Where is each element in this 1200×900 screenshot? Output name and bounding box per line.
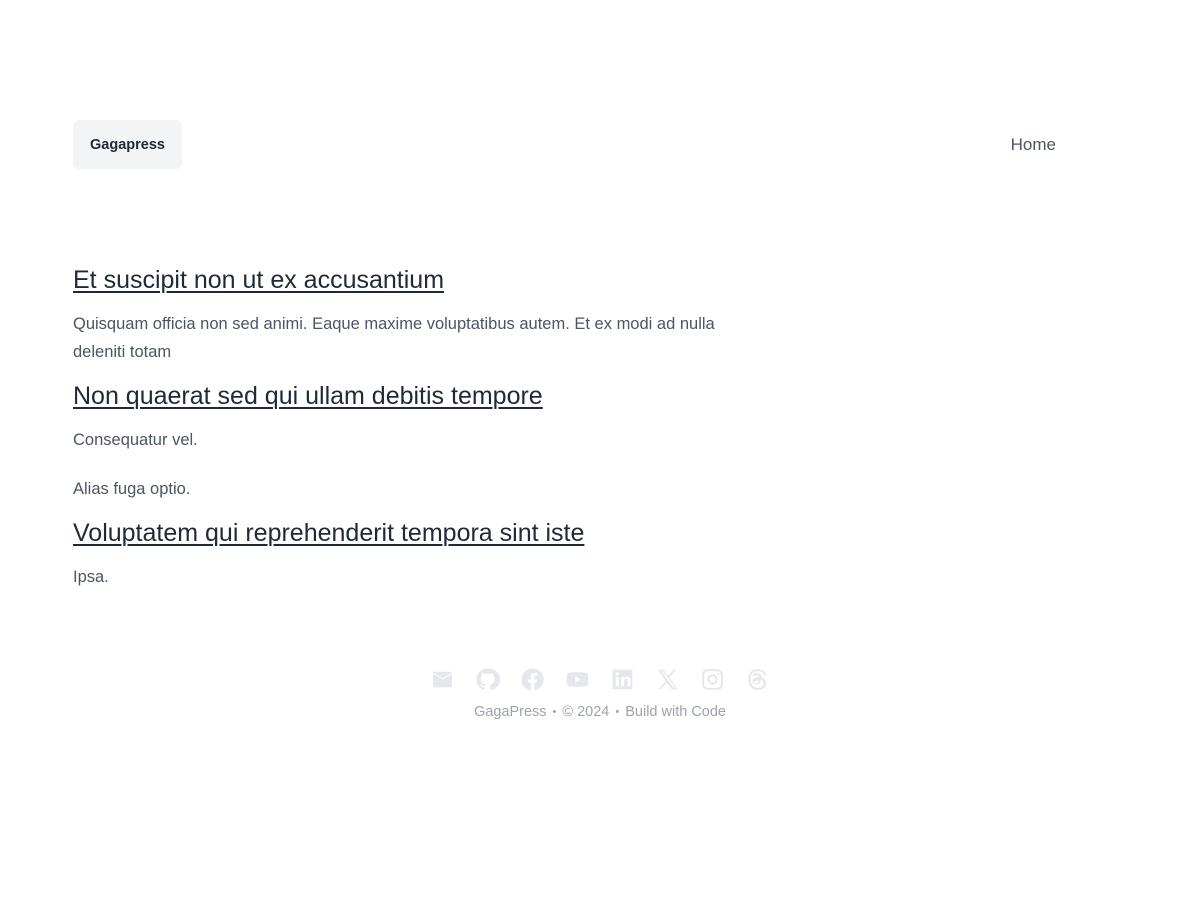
post-item: Voluptatem qui reprehenderit tempora sin…: [73, 515, 733, 591]
page: Gagapress Home Et suscipit non ut ex acc…: [0, 0, 1200, 900]
post-item: Et suscipit non ut ex accusantium Quisqu…: [73, 262, 733, 366]
footer-copyright: © 2024: [562, 704, 610, 720]
youtube-icon[interactable]: [565, 667, 590, 692]
facebook-icon[interactable]: [520, 667, 545, 692]
post-item: Non quaerat sed qui ullam debitis tempor…: [73, 378, 733, 503]
post-excerpt: Quisquam officia non sed animi. Eaque ma…: [73, 315, 715, 361]
social-links: [0, 664, 1200, 694]
post-title-link[interactable]: Voluptatem qui reprehenderit tempora sin…: [73, 515, 584, 551]
footer-meta: GagaPress • © 2024 • Build with Code: [0, 704, 1200, 720]
footer-separator: •: [615, 706, 620, 719]
site-logo[interactable]: Gagapress: [73, 120, 182, 169]
post-excerpt: Alias fuga optio.: [73, 480, 191, 498]
main-nav: Home: [1011, 135, 1056, 155]
site-footer: GagaPress • © 2024 • Build with Code: [0, 664, 1200, 720]
instagram-icon[interactable]: [700, 667, 725, 692]
post-excerpt: Consequatur vel.: [73, 431, 198, 449]
footer-site-name: GagaPress: [474, 704, 547, 720]
x-icon[interactable]: [655, 667, 680, 692]
mail-icon[interactable]: [430, 667, 455, 692]
site-header: Gagapress Home: [73, 120, 1056, 169]
footer-separator: •: [552, 706, 557, 719]
threads-icon[interactable]: [745, 667, 770, 692]
github-icon[interactable]: [475, 667, 500, 692]
linkedin-icon[interactable]: [610, 667, 635, 692]
post-title-link[interactable]: Non quaerat sed qui ullam debitis tempor…: [73, 378, 543, 414]
post-excerpt: Ipsa.: [73, 568, 109, 586]
post-list: Et suscipit non ut ex accusantium Quisqu…: [73, 262, 733, 603]
post-title-link[interactable]: Et suscipit non ut ex accusantium: [73, 262, 444, 298]
footer-tagline: Build with Code: [625, 704, 726, 720]
nav-home-link[interactable]: Home: [1011, 135, 1056, 154]
